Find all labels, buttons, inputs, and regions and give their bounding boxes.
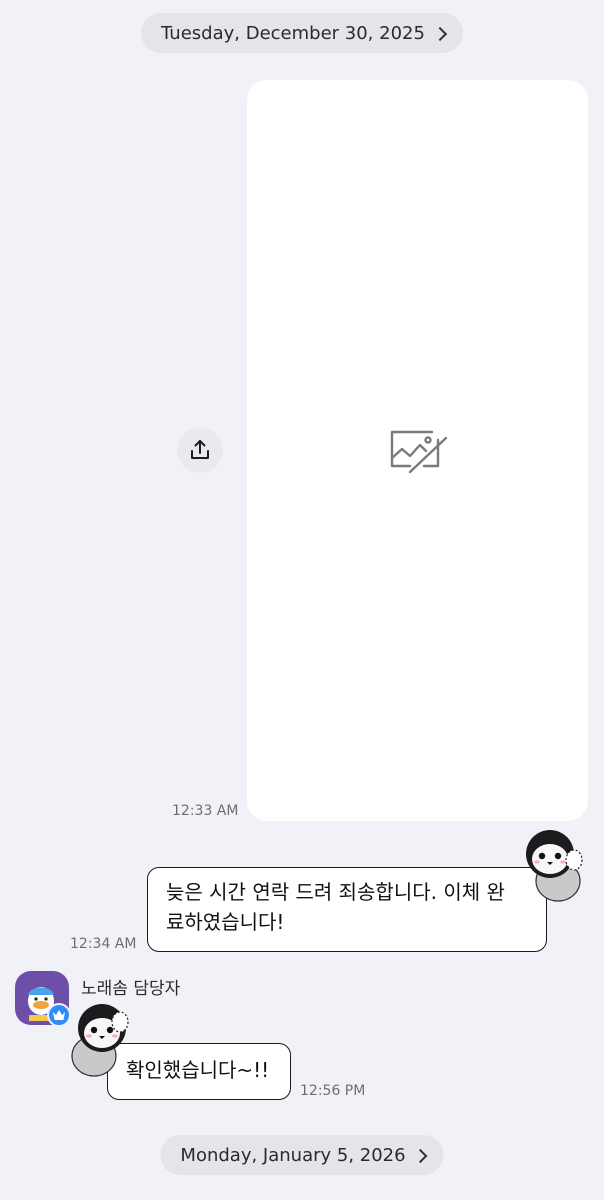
share-button[interactable] <box>177 427 223 473</box>
outgoing-message-bubble[interactable]: 늦은 시간 연락 드려 죄송합니다. 이체 완 료하였습니다! <box>147 867 547 952</box>
image-message[interactable] <box>247 80 588 821</box>
sender-avatar[interactable] <box>15 971 71 1027</box>
message-text-line: 늦은 시간 연락 드려 죄송합니다. 이체 완 <box>166 880 505 904</box>
penguin-sticker-icon <box>71 1004 129 1077</box>
sender-name: 노래솜 담당자 <box>81 979 181 999</box>
share-icon <box>191 440 209 459</box>
date-separator-label: Monday, January 5, 2026 <box>180 1144 406 1166</box>
message-time: 12:33 AM <box>172 803 239 819</box>
date-separator[interactable]: Tuesday, December 30, 2025 <box>141 13 463 53</box>
date-separator-label: Tuesday, December 30, 2025 <box>161 22 425 44</box>
chevron-right-icon <box>413 1148 428 1163</box>
crown-icon <box>53 1010 65 1020</box>
date-separator[interactable]: Monday, January 5, 2026 <box>160 1135 444 1175</box>
chevron-right-icon <box>432 26 448 41</box>
broken-image-icon <box>390 430 448 474</box>
message-time: 12:34 AM <box>70 936 137 952</box>
message-text-line: 료하였습니다! <box>166 910 285 934</box>
penguin-sticker-icon <box>526 830 583 902</box>
message-text: 확인했습니다~!! <box>126 1058 270 1082</box>
message-time: 12:56 PM <box>300 1083 366 1099</box>
